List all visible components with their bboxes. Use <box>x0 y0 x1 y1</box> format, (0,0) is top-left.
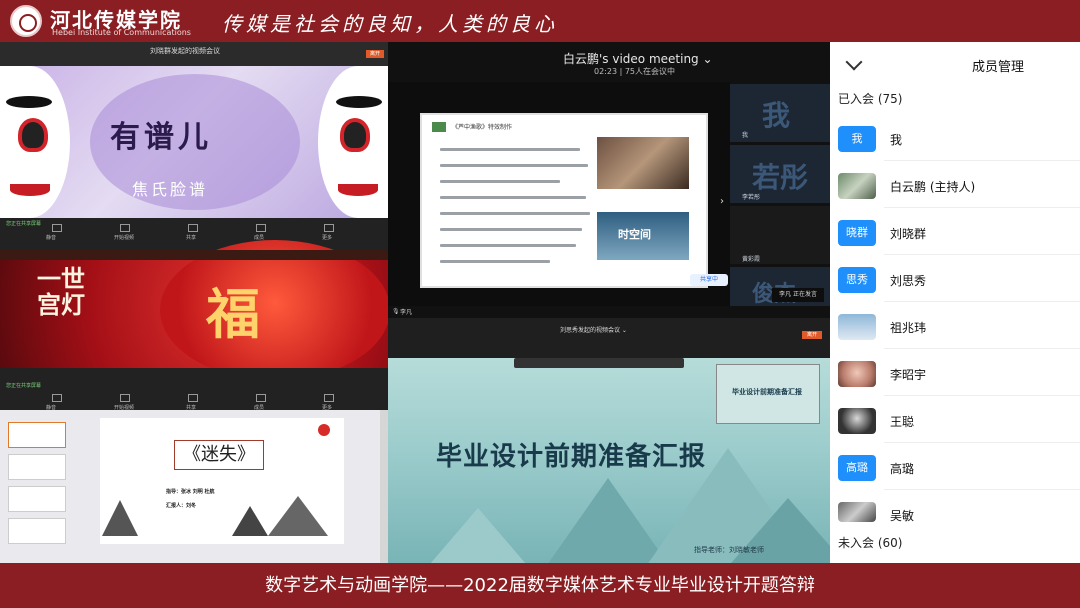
member-avatar[interactable]: 晓群 <box>838 220 876 246</box>
ppt-presenter-line: 汇报人：刘冬 <box>166 503 197 509</box>
member-name[interactable]: 刘晓群 <box>890 225 926 242</box>
mic-icon: 🎙 <box>392 308 400 315</box>
slide-thumbnail[interactable] <box>8 454 66 480</box>
speaker-bar <box>388 306 730 318</box>
share-toolbar[interactable] <box>514 358 684 368</box>
ppt-advisor-line: 指导：张冰 刘明 杜航 <box>166 489 215 495</box>
slide-subtitle: 焦氏脸谱 <box>132 180 209 199</box>
slide-thumbnail[interactable] <box>8 518 66 544</box>
member-avatar[interactable] <box>838 408 876 434</box>
school-logo-icon <box>10 5 42 37</box>
member-name[interactable]: 我 <box>890 131 902 148</box>
member-name[interactable]: 白云鹏 (主持人) <box>890 178 975 195</box>
member-avatar[interactable]: 我 <box>838 126 876 152</box>
member-panel <box>830 42 1080 563</box>
footer-caption: 数字艺术与动画学院——2022届数字媒体艺术专业毕业设计开题答辩 <box>0 563 1080 608</box>
mountain-icon <box>268 496 328 536</box>
member-name[interactable]: 刘思秀 <box>890 272 926 289</box>
member-avatar[interactable] <box>838 173 876 199</box>
school-name-english: Hebei Institute of Communications <box>52 28 191 37</box>
member-avatar[interactable]: 高璐 <box>838 455 876 481</box>
more-icon[interactable] <box>324 394 334 402</box>
share-icon[interactable] <box>188 394 198 402</box>
speaker-name: 李凡 <box>400 309 413 316</box>
tile-name: 我 <box>742 132 749 139</box>
shared-slide-heading: 《芦中渔歌》特效制作 <box>452 124 513 131</box>
mute-icon[interactable] <box>52 224 62 232</box>
member-avatar[interactable]: 思秀 <box>838 267 876 293</box>
center-top-meeting-title[interactable]: 白云鹏's video meeting ⌄ <box>563 50 713 67</box>
fu-character: 福 <box>206 282 260 346</box>
center-bottom-meeting-title[interactable]: 刘思秀发起的视频会议 ⌄ <box>560 325 627 334</box>
mid-left-control-bar <box>0 368 388 380</box>
red-seal-icon <box>318 424 330 436</box>
tile-name: 李若彤 <box>742 194 761 201</box>
not-joined-count[interactable]: 未入会 (60) <box>838 534 902 551</box>
sharing-badge[interactable]: 共享中 <box>690 274 728 286</box>
member-name[interactable]: 高璐 <box>890 460 914 477</box>
more-icon[interactable] <box>324 224 334 232</box>
slide-thumbnails <box>8 418 68 548</box>
slide-thumbnail[interactable] <box>8 422 66 448</box>
member-name[interactable]: 祖兆玮 <box>890 319 926 336</box>
top-left-exit-button[interactable]: 离开 <box>366 50 384 58</box>
tile-name: 黄彩霞 <box>742 256 761 263</box>
opera-mask-right-icon <box>318 66 388 218</box>
school-motto: 传媒是社会的良知，人类的良心 <box>222 12 558 36</box>
report-slide-heading: 毕业设计前期准备汇报 <box>436 442 707 472</box>
start-video-label[interactable]: 开始视频 <box>114 234 134 241</box>
slide-photo <box>597 137 689 189</box>
tile-initial: 若彤 <box>752 161 809 194</box>
slide-thumbnail[interactable] <box>8 486 66 512</box>
lantern-cap <box>0 250 388 260</box>
pip-slide-title: 毕业设计前期准备汇报 <box>732 388 802 396</box>
ppt-slide-title: 《迷失》 <box>174 440 264 470</box>
member-avatar[interactable] <box>838 361 876 387</box>
members-icon[interactable] <box>256 394 266 402</box>
members-icon[interactable] <box>256 224 266 232</box>
mountain-icon <box>232 506 268 536</box>
center-bottom-header <box>388 318 830 358</box>
joined-count[interactable]: 已入会 (75) <box>838 90 902 107</box>
bottom-left-share-status: 您正在共享屏幕 <box>6 383 42 389</box>
member-avatar[interactable] <box>838 502 876 522</box>
meeting-time-info: 02:23 | 75人在会议中 <box>594 67 676 76</box>
talking-indicator: 李凡 正在发言 <box>772 288 824 302</box>
member-panel-title: 成员管理 <box>972 60 1025 75</box>
chevron-right-icon[interactable]: › <box>720 196 724 207</box>
video-icon[interactable] <box>120 224 130 232</box>
member-name[interactable]: 吴敏 <box>890 507 914 524</box>
member-avatar[interactable] <box>838 314 876 340</box>
mute-label[interactable]: 静音 <box>46 234 56 241</box>
top-left-meeting-title: 刘晓群发起的视频会议 <box>150 47 220 55</box>
mountain-icon <box>102 500 138 536</box>
top-left-share-status: 您正在共享屏幕 <box>6 221 42 227</box>
slide-leaf-icon <box>432 122 446 132</box>
report-advisor: 指导老师：刘晓敏老师 <box>694 546 764 554</box>
mute-icon[interactable] <box>52 394 62 402</box>
share-label[interactable]: 共享 <box>186 234 196 241</box>
slide-title: 有谱儿 <box>110 120 212 155</box>
member-name[interactable]: 李昭宇 <box>890 366 926 383</box>
editor-scrollbar[interactable] <box>380 410 388 563</box>
member-name[interactable]: 王聪 <box>890 413 914 430</box>
video-icon[interactable] <box>120 394 130 402</box>
lantern-icon <box>160 240 390 380</box>
lantern-vertical-title: 一世宫灯 <box>37 264 85 319</box>
more-label[interactable]: 更多 <box>322 234 332 241</box>
slide-city-caption: 时空间 <box>618 228 651 241</box>
center-bottom-exit-button[interactable]: 离开 <box>802 331 822 339</box>
opera-mask-left-icon <box>0 66 70 218</box>
tile-initial: 我 <box>762 99 791 132</box>
share-icon[interactable] <box>188 224 198 232</box>
